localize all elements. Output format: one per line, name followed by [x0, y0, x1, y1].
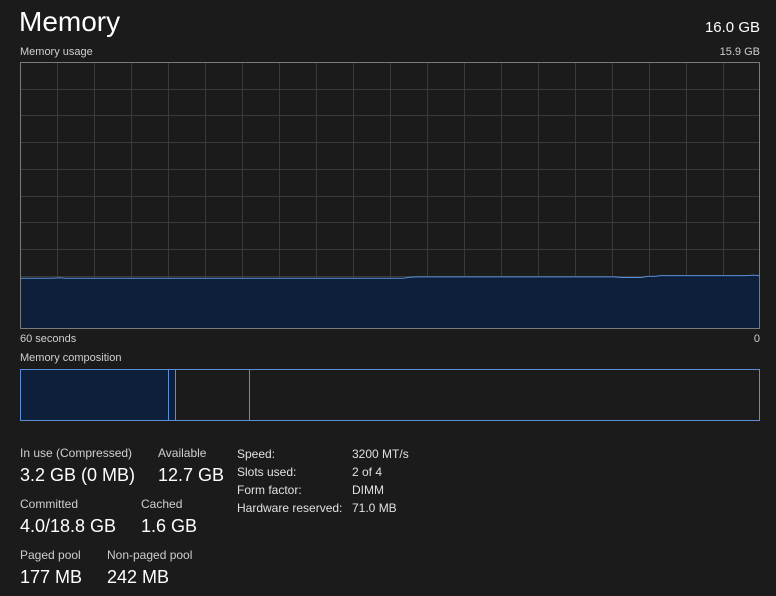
committed-value: 4.0/18.8 GB — [20, 516, 117, 536]
memory-usage-label: Memory usage — [20, 46, 93, 58]
non-paged-pool-value: 242 MB — [107, 567, 170, 587]
composition-modified — [168, 369, 176, 421]
memory-performance-panel: Memory 16.0 GB Memory usage 15.9 GB 60 s… — [0, 0, 776, 596]
non-paged-pool-label: Non-paged pool — [107, 548, 193, 562]
slots-used-label: Slots used: — [237, 465, 297, 479]
in-use-value: 3.2 GB (0 MB) — [20, 465, 136, 485]
form-factor-value: DIMM — [352, 483, 384, 497]
memory-composition-bar — [20, 369, 760, 421]
memory-usage-max-label: 15.9 GB — [719, 46, 760, 58]
composition-in-use — [20, 369, 169, 421]
paged-pool-label: Paged pool — [20, 548, 81, 562]
available-label: Available — [158, 446, 207, 460]
usage-area — [20, 275, 760, 329]
memory-composition-label: Memory composition — [20, 352, 122, 364]
total-memory: 16.0 GB — [704, 19, 760, 36]
time-span-label: 60 seconds — [20, 333, 77, 345]
hardware-reserved-label: Hardware reserved: — [237, 501, 343, 515]
form-factor-label: Form factor: — [237, 483, 302, 497]
memory-usage-chart — [20, 62, 760, 329]
cached-value: 1.6 GB — [141, 516, 198, 536]
speed-value: 3200 MT/s — [352, 447, 409, 461]
memory-composition-chart — [20, 369, 760, 421]
page-title: Memory — [19, 6, 121, 37]
cached-label: Cached — [141, 497, 183, 511]
hardware-reserved-value: 71.0 MB — [352, 501, 397, 515]
memory-usage-graph — [20, 62, 760, 329]
available-value: 12.7 GB — [158, 465, 225, 485]
speed-label: Speed: — [237, 447, 276, 461]
paged-pool-value: 177 MB — [20, 567, 83, 587]
slots-used-value: 2 of 4 — [352, 465, 383, 479]
committed-label: Committed — [20, 497, 79, 511]
graph-zero-label: 0 — [753, 333, 760, 345]
in-use-label: In use (Compressed) — [20, 446, 133, 460]
